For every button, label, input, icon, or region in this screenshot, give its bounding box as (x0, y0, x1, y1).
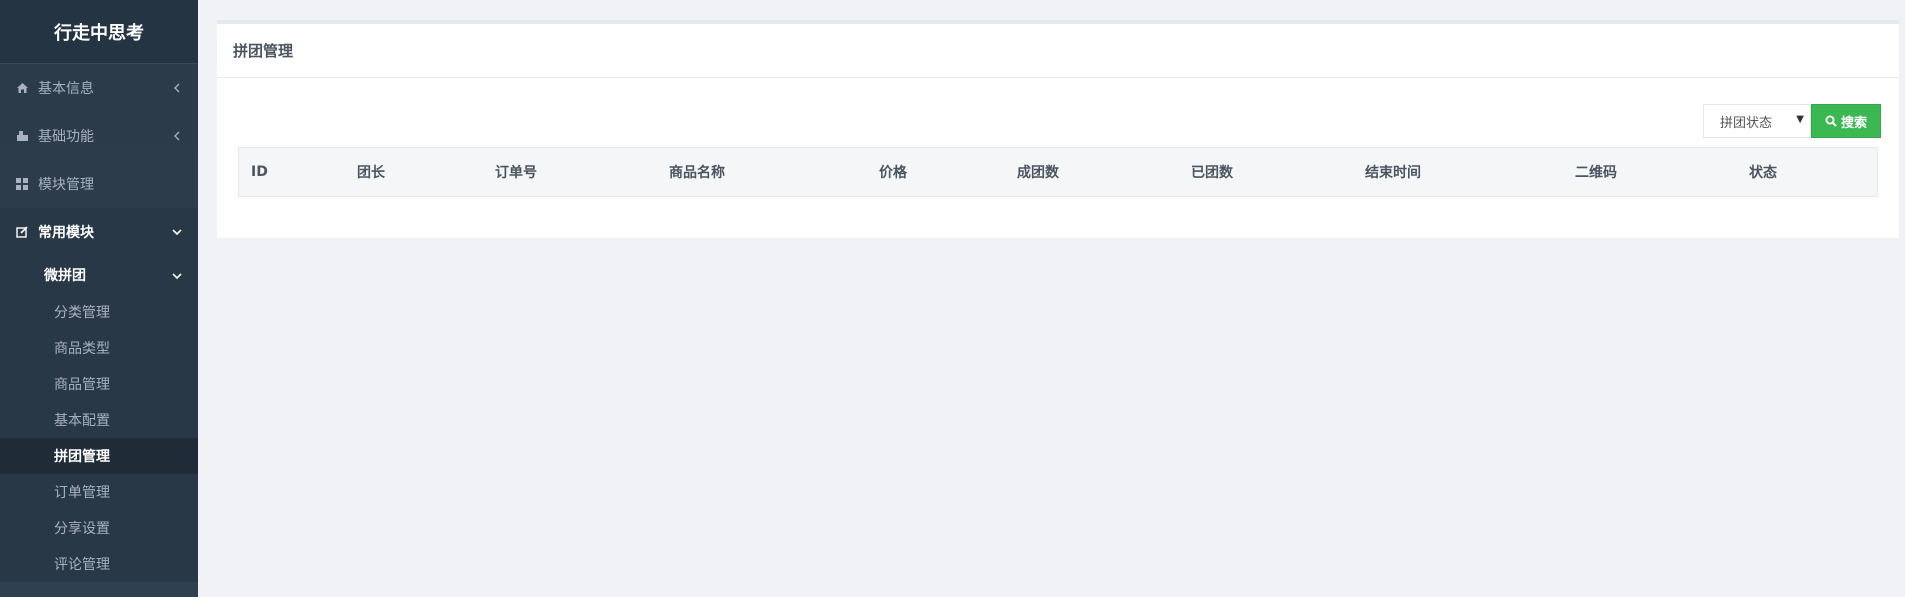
sidebar-subitem-product-type[interactable]: 商品类型 (0, 330, 198, 366)
sidebar-item-common-modules[interactable]: 常用模块 (0, 208, 198, 256)
sidebar-subgroup: 微拼团 分类管理 商品类型 商品管理 基本配置 拼团管理 订单管理 分享设置 评… (0, 256, 198, 582)
sidebar-subitem-share-settings[interactable]: 分享设置 (0, 510, 198, 546)
column-header-status[interactable]: 状态 (1749, 148, 1777, 196)
sidebar: 行走中思考 基本信息 基础功能 模块管理 常用模块 微拼团 分类管理 商品类型 … (0, 0, 198, 597)
sidebar-subitem-order-management[interactable]: 订单管理 (0, 474, 198, 510)
column-header-group-count[interactable]: 成团数 (1017, 148, 1059, 196)
grid-icon (14, 176, 30, 192)
sidebar-item-module-management[interactable]: 模块管理 (0, 160, 198, 208)
sidebar-item-label: 模块管理 (38, 177, 94, 193)
home-icon (14, 80, 30, 96)
sidebar-subitem-basic-config[interactable]: 基本配置 (0, 402, 198, 438)
search-button-label: 搜索 (1840, 115, 1867, 131)
column-header-qr-code[interactable]: 二维码 (1575, 148, 1617, 196)
sidebar-item-label: 常用模块 (38, 225, 94, 241)
search-icon (1825, 115, 1837, 127)
filter-toolbar: 拼团状态 ▼ 搜索 (1703, 104, 1881, 138)
chevron-left-icon (172, 131, 182, 141)
status-select[interactable]: 拼团状态 ▼ (1703, 104, 1811, 138)
column-header-id[interactable]: ID (251, 148, 268, 196)
sidebar-item-basic-info[interactable]: 基本信息 (0, 64, 198, 112)
caret-down-icon: ▼ (1796, 114, 1804, 125)
column-header-order-number[interactable]: 订单号 (495, 148, 537, 196)
chevron-down-icon (172, 227, 182, 237)
sidebar-item-label: 基本信息 (38, 81, 94, 97)
sidebar-subgroup-weipintuan[interactable]: 微拼团 (0, 256, 198, 294)
page-title: 拼团管理 (217, 24, 1899, 78)
chevron-down-icon (172, 267, 182, 283)
sidebar-item-label: 基础功能 (38, 129, 94, 145)
column-header-leader[interactable]: 团长 (357, 148, 385, 196)
brand-title: 行走中思考 (0, 0, 198, 64)
sidebar-item-basic-functions[interactable]: 基础功能 (0, 112, 198, 160)
puzzle-icon (14, 128, 30, 144)
sidebar-subitem-product-management[interactable]: 商品管理 (0, 366, 198, 402)
sidebar-subgroup-label: 微拼团 (44, 268, 86, 284)
sidebar-subitem-comment-management[interactable]: 评论管理 (0, 546, 198, 582)
group-buy-table: ID 团长 订单号 商品名称 价格 成团数 已团数 结束时间 二维码 状态 (238, 147, 1878, 197)
chevron-left-icon (172, 83, 182, 93)
column-header-joined-count[interactable]: 已团数 (1191, 148, 1233, 196)
sidebar-subitem-group-buy-management[interactable]: 拼团管理 (0, 438, 198, 474)
column-header-end-time[interactable]: 结束时间 (1365, 148, 1421, 196)
search-button[interactable]: 搜索 (1811, 104, 1881, 138)
column-header-product-name[interactable]: 商品名称 (669, 148, 725, 196)
content-panel: 拼团管理 拼团状态 ▼ 搜索 ID 团长 订单号 商品名称 价格 成团数 已团数… (217, 20, 1899, 238)
status-select-value: 拼团状态 (1720, 115, 1773, 131)
edit-icon (14, 224, 30, 240)
column-header-price[interactable]: 价格 (879, 148, 907, 196)
sidebar-subitem-category[interactable]: 分类管理 (0, 294, 198, 330)
